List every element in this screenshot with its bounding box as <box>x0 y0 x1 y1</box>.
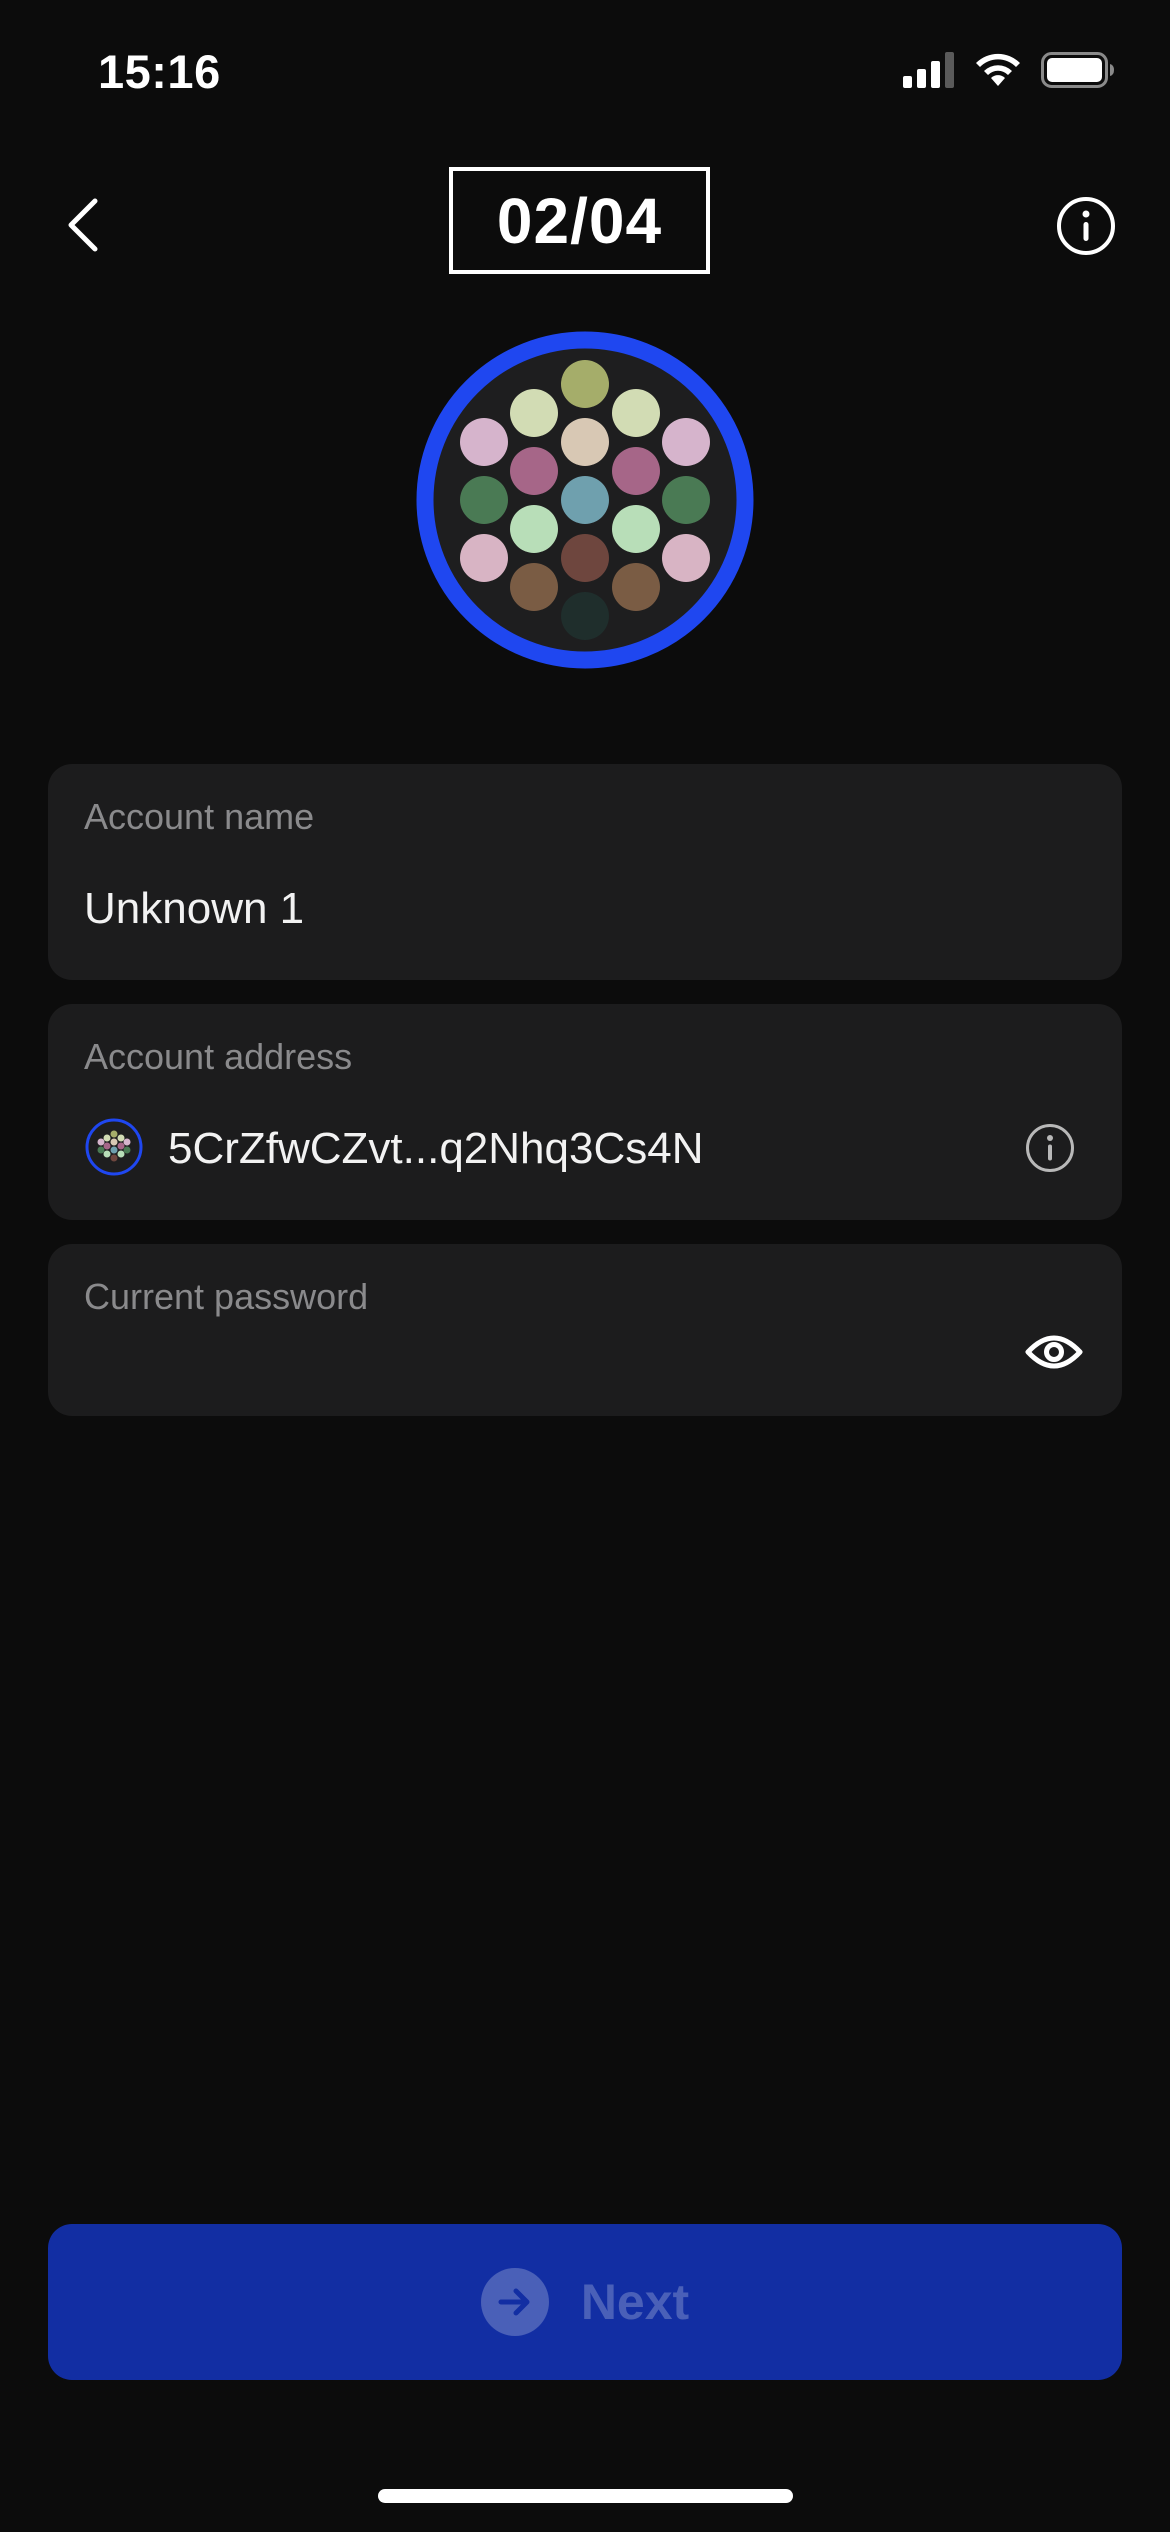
current-password-input[interactable] <box>84 1334 988 1386</box>
address-avatar-icon <box>84 1117 144 1177</box>
account-address-value: 5CrZfwCZvt...q2Nhq3Cs4N <box>168 1124 704 1173</box>
status-time: 15:16 <box>98 45 221 98</box>
info-button[interactable] <box>1055 195 1117 257</box>
account-name-label: Account name <box>84 796 315 837</box>
info-icon <box>1026 1124 1074 1172</box>
account-avatar <box>416 331 754 669</box>
signal-icon <box>903 52 954 88</box>
eye-icon <box>1025 1335 1083 1369</box>
arrow-right-icon <box>480 2268 549 2336</box>
battery-icon <box>1041 52 1114 88</box>
info-icon <box>1057 197 1115 255</box>
account-name-field[interactable]: Account name Unknown 1 <box>48 764 1122 980</box>
step-counter: 02/04 <box>449 167 710 274</box>
status-bar: 15:16 <box>0 0 1170 150</box>
back-button[interactable] <box>52 190 112 260</box>
show-password-button[interactable] <box>1024 1330 1084 1374</box>
next-button[interactable]: Next <box>48 2224 1122 2380</box>
current-password-label: Current password <box>84 1276 369 1317</box>
account-name-value[interactable]: Unknown 1 <box>84 884 304 934</box>
next-button-label: Next <box>580 2274 690 2330</box>
account-address-field: Account address 5CrZfwCZvt...q2Nhq3Cs4N <box>48 1004 1122 1220</box>
chevron-left-icon <box>68 198 98 252</box>
home-indicator <box>378 2489 793 2503</box>
account-address-label: Account address <box>84 1036 353 1077</box>
wifi-icon <box>976 53 1020 86</box>
current-password-field[interactable]: Current password <box>48 1244 1122 1416</box>
address-info-button[interactable] <box>1024 1122 1076 1174</box>
status-icons <box>903 52 1115 88</box>
